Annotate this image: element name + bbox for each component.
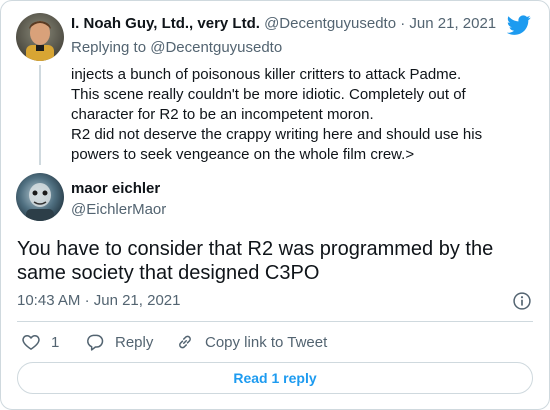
parent-text-line: injects a bunch of poisonous killer crit… xyxy=(71,66,462,83)
tweet-text: You have to consider that R2 was program… xyxy=(17,238,494,284)
parent-text-line: This scene really couldn't be more idiot… xyxy=(71,86,466,123)
separator-dot: · xyxy=(400,15,406,32)
parent-date[interactable]: Jun 21, 2021 xyxy=(409,15,496,32)
reply-label: Reply xyxy=(115,333,154,351)
read-replies-button[interactable]: Read 1 reply xyxy=(17,362,533,394)
parent-text-line: R2 did not deserve the crappy writing he… xyxy=(71,126,483,163)
thread-line xyxy=(39,65,41,165)
reply-button[interactable]: Reply xyxy=(85,332,153,352)
separator-dot: · xyxy=(84,292,90,309)
author-handle[interactable]: @EichlerMaor xyxy=(71,201,166,218)
heart-icon xyxy=(22,335,40,350)
author-name[interactable]: maor eichler xyxy=(71,180,160,197)
parent-author-name[interactable]: I. Noah Guy, Ltd., very Ltd. xyxy=(71,15,260,32)
parent-header: I. Noah Guy, Ltd., very Ltd. @Decentguyu… xyxy=(71,15,496,32)
divider xyxy=(17,321,533,322)
author-avatar[interactable] xyxy=(16,173,64,221)
parent-tweet-text: injects a bunch of poisonous killer crit… xyxy=(71,65,531,165)
parent-author-handle[interactable]: @Decentguyusedto xyxy=(264,15,396,32)
twitter-bird-icon[interactable] xyxy=(507,13,531,37)
embedded-tweet-card: I. Noah Guy, Ltd., very Ltd. @Decentguyu… xyxy=(0,0,550,410)
copy-link-label: Copy link to Tweet xyxy=(205,333,328,351)
tweet-timestamp[interactable]: 10:43 AM · Jun 21, 2021 xyxy=(17,292,180,309)
copy-link-button[interactable]: Copy link to Tweet xyxy=(175,332,327,352)
replying-to-mention[interactable]: @Decentguyusedto xyxy=(150,39,282,56)
tweet-time[interactable]: 10:43 AM xyxy=(17,292,80,309)
replying-to-label: Replying to xyxy=(71,39,147,56)
tweet-date[interactable]: Jun 21, 2021 xyxy=(94,292,181,309)
like-count: 1 xyxy=(51,333,60,351)
replying-to-line: Replying to @Decentguyusedto xyxy=(71,39,282,56)
link-icon xyxy=(179,335,191,349)
reply-bubble-icon xyxy=(87,334,104,351)
read-replies-label: Read 1 reply xyxy=(233,370,317,386)
parent-avatar[interactable] xyxy=(16,13,64,61)
like-button[interactable]: 1 xyxy=(21,332,59,352)
parent-tweet: I. Noah Guy, Ltd., very Ltd. @Decentguyu… xyxy=(1,1,549,171)
info-icon[interactable] xyxy=(512,291,532,311)
